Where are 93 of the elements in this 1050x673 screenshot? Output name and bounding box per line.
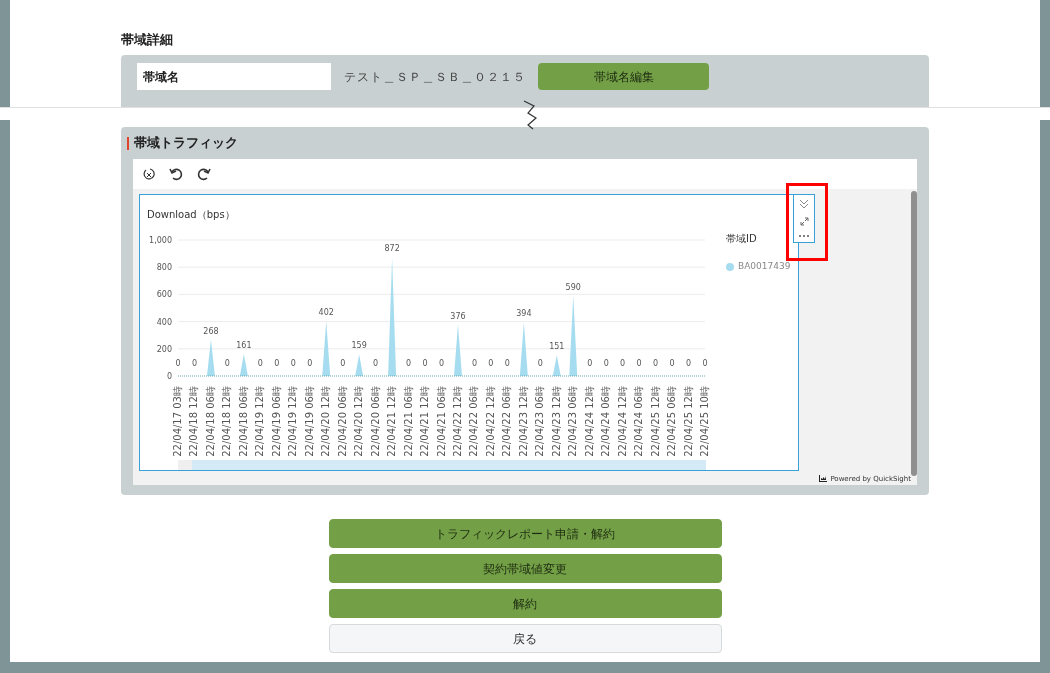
x-tick-label: 22/04/22 12時 [484, 385, 496, 457]
action-button[interactable]: トラフィックレポート申請・解約 [328, 519, 722, 548]
data-label: 0 [587, 358, 593, 368]
data-label: 0 [406, 358, 412, 368]
data-label: 268 [203, 326, 219, 336]
edit-name-button[interactable]: 帯域名編集 [538, 63, 709, 90]
x-tick-label: 22/04/22 12時 [451, 385, 463, 457]
data-label: 0 [603, 358, 609, 368]
x-tick-label: 22/04/23 06時 [534, 385, 546, 457]
data-label: 151 [549, 342, 565, 352]
action-button[interactable]: 解約 [328, 589, 722, 618]
data-label: 0 [224, 358, 230, 368]
action-button[interactable]: 戻る [328, 624, 722, 653]
data-label: 0 [373, 358, 379, 368]
x-tick-label: 22/04/19 06時 [303, 385, 315, 457]
y-tick-label: 600 [156, 290, 172, 300]
x-tick-label: 22/04/19 12時 [254, 385, 266, 457]
x-tick-label: 22/04/24 06時 [600, 385, 612, 457]
x-tick-label: 22/04/25 12時 [649, 385, 661, 457]
x-tick-label: 22/04/18 06時 [204, 385, 216, 457]
y-tick-label: 400 [156, 317, 172, 327]
data-label: 0 [620, 358, 626, 368]
field-label: 帯域名 [137, 63, 331, 90]
data-label: 376 [450, 311, 466, 321]
legend-title: 帯域ID [726, 232, 758, 246]
data-label: 0 [290, 358, 296, 368]
data-label: 161 [236, 340, 252, 350]
data-label: 0 [488, 358, 494, 368]
data-label: 0 [504, 358, 510, 368]
x-tick-label: 22/04/17 03時 [172, 385, 183, 457]
x-tick-label: 22/04/19 06時 [270, 385, 282, 457]
redo-icon[interactable] [197, 167, 211, 181]
undo-icon[interactable] [169, 167, 183, 181]
x-tick-label: 22/04/18 06時 [237, 385, 249, 457]
scroll-handle[interactable] [178, 460, 192, 470]
data-label: 0 [686, 358, 692, 368]
scrollbar[interactable] [911, 191, 917, 476]
expand-icon[interactable] [799, 217, 809, 226]
x-tick-label: 22/04/25 10時 [699, 385, 710, 457]
reset-icon[interactable] [143, 167, 155, 181]
data-label: 0 [422, 358, 428, 368]
data-label: 0 [175, 358, 181, 368]
data-label: 394 [516, 309, 532, 319]
data-label: 159 [351, 341, 367, 351]
chart-logo-icon [819, 475, 828, 483]
data-label: 0 [340, 358, 346, 368]
x-tick-label: 22/04/20 12時 [353, 385, 365, 457]
x-tick-label: 22/04/20 06時 [336, 385, 348, 457]
more-icon[interactable] [798, 234, 810, 238]
data-label: 0 [471, 358, 477, 368]
y-tick-label: 0 [166, 371, 172, 381]
x-tick-label: 22/04/24 06時 [633, 385, 645, 457]
data-label: 0 [702, 358, 708, 368]
x-tick-label: 22/04/21 06時 [435, 385, 447, 457]
x-tick-label: 22/04/20 06時 [369, 385, 381, 457]
data-label: 402 [318, 308, 334, 318]
x-tick-label: 22/04/23 12時 [517, 385, 529, 457]
x-tick-label: 22/04/19 12時 [287, 385, 299, 457]
x-tick-label: 22/04/25 12時 [682, 385, 694, 457]
section-title: 帯域詳細 [121, 31, 174, 49]
data-label: 590 [565, 282, 581, 292]
collapse-icon[interactable] [799, 199, 809, 209]
y-tick-label: 200 [156, 344, 172, 354]
y-tick-label: 1,000 [149, 235, 172, 245]
x-tick-label: 22/04/18 12時 [188, 385, 200, 457]
x-tick-label: 22/04/21 12時 [386, 385, 398, 457]
data-label: 0 [191, 358, 197, 368]
x-tick-label: 22/04/24 12時 [616, 385, 628, 457]
data-label: 872 [384, 244, 400, 254]
data-label: 0 [653, 358, 659, 368]
x-tick-label: 22/04/21 06時 [402, 385, 414, 457]
panel-title: 帯域トラフィック [134, 134, 238, 153]
x-tick-label: 22/04/23 12時 [550, 385, 562, 457]
data-label: 0 [669, 358, 675, 368]
x-tick-label: 22/04/18 12時 [221, 385, 233, 457]
x-tick-label: 22/04/22 06時 [501, 385, 513, 457]
x-tick-label: 22/04/25 06時 [666, 385, 678, 457]
field-value: テスト＿ＳＰ＿ＳＢ＿０２１５ [344, 68, 527, 86]
legend-label: BA0017439 [738, 260, 791, 273]
x-tick-label: 22/04/24 12時 [583, 385, 595, 457]
data-label: 0 [274, 358, 280, 368]
y-tick-label: 800 [156, 262, 172, 272]
data-label: 0 [438, 358, 445, 368]
data-label: 0 [636, 358, 642, 368]
x-tick-label: 22/04/20 12時 [320, 385, 332, 457]
data-label: 0 [257, 358, 263, 368]
data-label: 0 [537, 358, 543, 368]
x-tick-label: 22/04/21 12時 [419, 385, 431, 457]
chart-title: Download（bps） [147, 208, 236, 222]
action-button[interactable]: 契約帯域値変更 [328, 554, 722, 583]
data-label: 0 [307, 358, 313, 368]
x-tick-label: 22/04/23 06時 [567, 385, 579, 457]
x-tick-label: 22/04/22 06時 [468, 385, 480, 457]
